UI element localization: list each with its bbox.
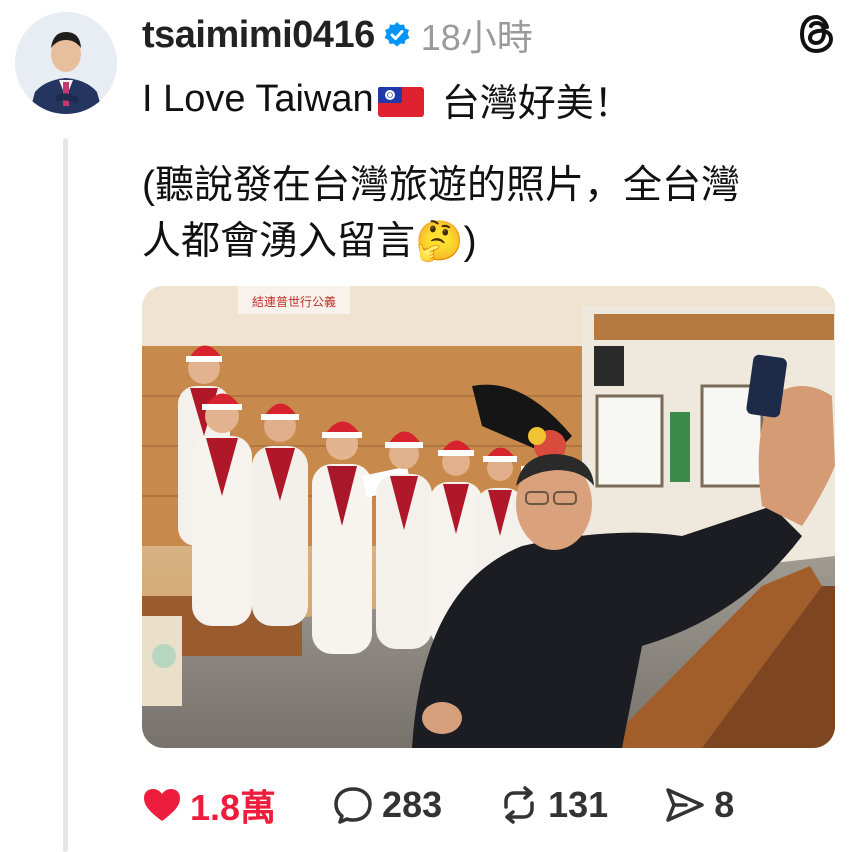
repost-icon [504,786,534,824]
post-title: I Love Taiwan [142,77,374,120]
closing-paren: ) [463,220,477,263]
repost-button[interactable]: 131 [498,784,608,826]
post-body-line-2: 人都會湧入留言🤔) [142,214,832,270]
post-body-line-1: (聽說發在台灣旅遊的照片，全台灣 [142,164,740,207]
thread-line [63,138,68,852]
avatar-image [15,12,117,114]
share-button[interactable]: 8 [664,784,734,826]
post-title-suffix: 台灣好美！ [441,82,632,125]
like-count: 1.8萬 [190,787,277,828]
taiwan-flag-icon [377,84,424,117]
post-actions: 1.8萬 283 131 8 [142,780,790,830]
verified-badge-icon [383,21,411,49]
post-header: tsaimimi0416 18小時 [142,12,533,59]
comment-icon [334,787,372,824]
post-time: 18小時 [420,17,533,58]
post-body: (聽說發在台灣旅遊的照片，全台灣 人都會湧入留言🤔) [142,158,832,270]
choir-selfie-image: 結連普世行公義 [142,286,835,748]
share-count: 8 [714,784,735,825]
author-avatar[interactable] [15,12,117,114]
post-title-line: I Love Taiwan 台灣好美！ [142,76,632,125]
thinking-face-emoji: 🤔 [415,220,464,263]
like-button[interactable]: 1.8萬 [142,779,276,831]
comment-button[interactable]: 283 [332,784,442,826]
post-body-line-2-text: 人都會湧入留言 [142,220,416,263]
repost-count: 131 [548,784,609,825]
threads-logo-icon[interactable] [798,14,836,54]
church-banner-text: 結連普世行公義 [252,294,336,309]
post-photo[interactable]: 結連普世行公義 [142,286,835,748]
comment-count: 283 [382,784,443,825]
heart-icon [144,789,180,821]
username[interactable]: tsaimimi0416 [142,14,375,57]
share-icon [666,788,704,822]
